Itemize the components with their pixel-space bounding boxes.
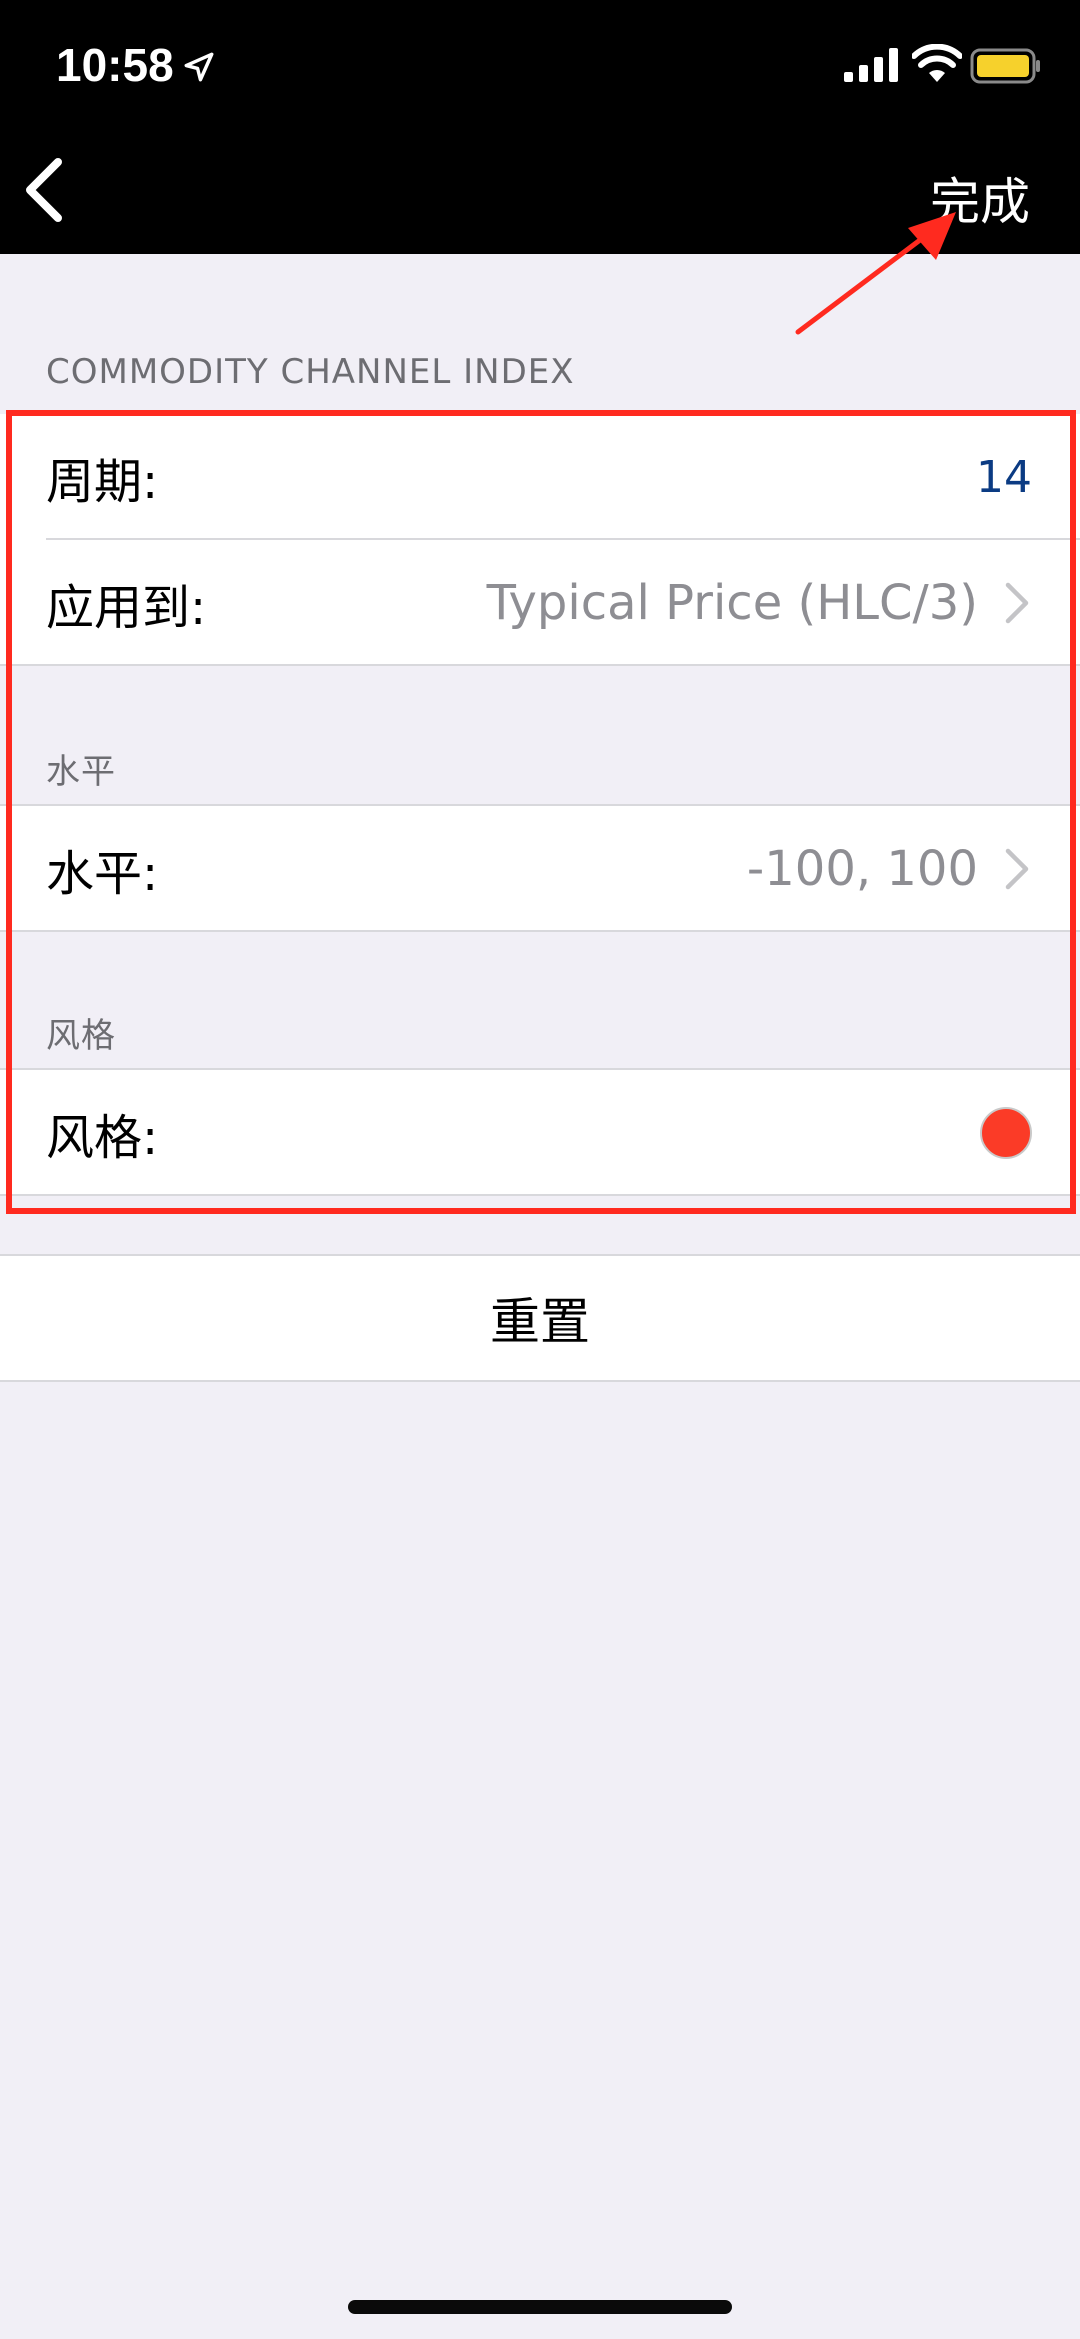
row-period-value: 14 bbox=[976, 451, 1032, 503]
section-header-level: 水平 bbox=[46, 752, 116, 792]
row-period[interactable]: 周期: 14 bbox=[0, 414, 1080, 540]
style-color-swatch[interactable] bbox=[980, 1107, 1032, 1159]
row-style-label: 风格: bbox=[46, 1110, 159, 1166]
wifi-icon bbox=[912, 44, 962, 82]
separator bbox=[0, 930, 1080, 932]
location-arrow-icon bbox=[184, 52, 214, 82]
status-time: 10:58 bbox=[56, 39, 174, 91]
row-apply-to-value: Typical Price (HLC/3) bbox=[486, 575, 978, 631]
reset-button[interactable]: 重置 bbox=[0, 1256, 1080, 1380]
chevron-right-icon bbox=[1005, 848, 1029, 890]
top-bar: 10:58 完成 bbox=[0, 0, 1080, 254]
settings-group-style: 风格: bbox=[0, 1070, 1080, 1196]
separator bbox=[0, 1194, 1080, 1196]
back-chevron-icon[interactable] bbox=[20, 156, 68, 224]
home-indicator[interactable] bbox=[348, 2300, 732, 2314]
settings-group-cci: 周期: 14 应用到: Typical Price (HLC/3) bbox=[0, 414, 1080, 666]
row-style[interactable]: 风格: bbox=[0, 1070, 1080, 1196]
separator bbox=[0, 1380, 1080, 1382]
section-header-style: 风格 bbox=[46, 1016, 116, 1056]
row-period-label: 周期: bbox=[46, 454, 159, 510]
row-apply-to-label: 应用到: bbox=[46, 580, 207, 636]
row-level[interactable]: 水平: -100, 100 bbox=[0, 806, 1080, 932]
signal-bars-icon bbox=[844, 48, 898, 82]
battery-icon bbox=[970, 48, 1040, 84]
page: 10:58 完成 COMMODITY CHANNEL INDEX 周期: 14 … bbox=[0, 0, 1080, 2339]
row-level-value: -100, 100 bbox=[746, 841, 978, 897]
done-button[interactable]: 完成 bbox=[930, 162, 1030, 234]
row-apply-to[interactable]: 应用到: Typical Price (HLC/3) bbox=[0, 540, 1080, 666]
row-level-label: 水平: bbox=[46, 846, 159, 902]
section-header-cci: COMMODITY CHANNEL INDEX bbox=[46, 352, 575, 392]
separator bbox=[0, 664, 1080, 666]
settings-group-level: 水平: -100, 100 bbox=[0, 806, 1080, 932]
chevron-right-icon bbox=[1005, 582, 1029, 624]
